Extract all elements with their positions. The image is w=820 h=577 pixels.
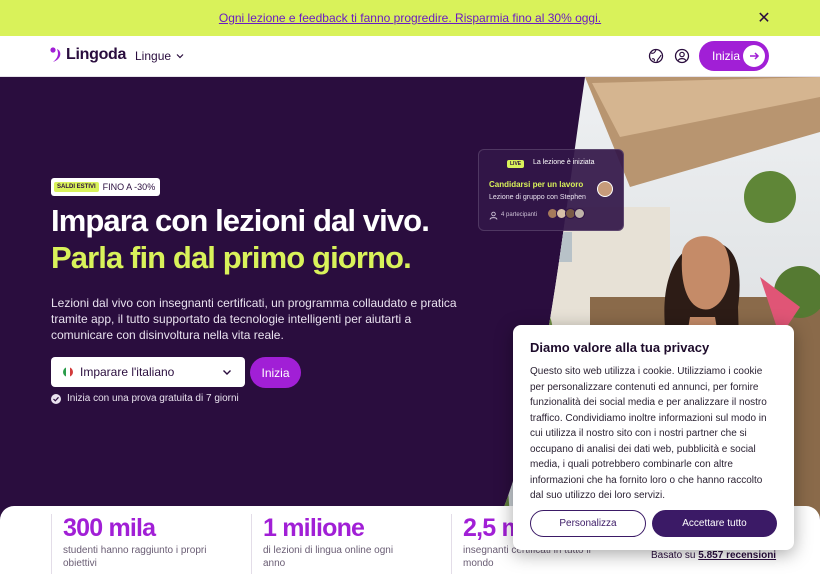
lesson-status: La lezione è iniziata	[533, 159, 595, 166]
header-start-button[interactable]: Inizia	[699, 41, 769, 71]
promo-link[interactable]: Ogni lezione e feedback ti fanno progred…	[219, 11, 601, 25]
participant-avatar	[574, 208, 585, 219]
participants-count: 4 partecipanti	[501, 212, 538, 218]
language-select-value: Imparare l'italiano	[80, 365, 175, 379]
participants-icon	[489, 211, 498, 220]
cookie-body: Questo sito web utilizza i cookie. Utili…	[530, 366, 767, 501]
stat-label: studenti hanno raggiunto i propri obiett…	[63, 545, 207, 569]
chevron-down-icon	[176, 54, 184, 59]
header-start-label: Inizia	[712, 49, 741, 63]
cookie-buttons: Personalizza Accettare tutto	[530, 510, 777, 537]
sale-tag: SALDI ESTIVI	[54, 182, 99, 192]
languages-menu[interactable]: Lingue	[135, 49, 185, 63]
promo-banner: Ogni lezione e feedback ti fanno progred…	[0, 0, 820, 36]
hero-start-button[interactable]: Inizia	[250, 357, 301, 388]
stat-number: 1 milione	[263, 514, 365, 542]
site-header: Lingoda Lingue Inizia	[0, 36, 820, 77]
hero-title: Impara con lezioni dal vivo.	[51, 203, 430, 238]
cookie-title: Diamo valore alla tua privacy	[530, 340, 710, 355]
reviews-note: Basato su 5.857 recensioni	[651, 550, 776, 561]
logo[interactable]: Lingoda	[50, 46, 126, 64]
stat-students: 300 mila studenti hanno raggiunto i prop…	[51, 514, 213, 574]
user-icon[interactable]	[674, 48, 690, 64]
trial-note: Inizia con una prova gratuita di 7 giorn…	[51, 393, 239, 404]
hero-description: Lezioni dal vivo con insegnanti certific…	[51, 296, 457, 342]
italy-flag-icon	[63, 367, 73, 377]
check-icon	[51, 393, 61, 404]
stat-lessons: 1 milione di lezioni di lingua online og…	[251, 514, 413, 574]
globe-icon[interactable]	[648, 48, 664, 64]
lingoda-logo-icon	[50, 47, 61, 62]
customize-button[interactable]: Personalizza	[530, 510, 646, 537]
arrow-right-icon	[743, 45, 765, 67]
language-select[interactable]: Imparare l'italiano	[51, 357, 245, 387]
sale-badge: SALDI ESTIVI FINO A -30%	[51, 178, 161, 196]
chevron-down-icon	[223, 370, 231, 375]
logo-text: Lingoda	[66, 46, 127, 63]
close-icon[interactable]: ✕	[756, 10, 772, 26]
languages-label: Lingue	[135, 49, 172, 63]
live-tag: LIVE	[507, 160, 525, 168]
accept-all-button[interactable]: Accettare tutto	[652, 510, 777, 537]
reviews-prefix: Basato su	[651, 550, 696, 561]
cookie-dialog: Diamo valore alla tua privacy Questo sit…	[513, 325, 794, 550]
stat-label: di lezioni di lingua online ogni anno	[263, 545, 394, 569]
lesson-title: Candidarsi per un lavoro	[489, 180, 584, 189]
hero-subtitle: Parla fin dal primo giorno.	[51, 240, 412, 275]
tutor-avatar	[597, 181, 613, 197]
stat-number: 300 mila	[63, 514, 156, 542]
sale-text: FINO A -30%	[102, 182, 156, 192]
lesson-subtitle: Lezione di gruppo con Stephen	[489, 194, 586, 201]
trial-text: Inizia con una prova gratuita di 7 giorn…	[67, 393, 239, 404]
reviews-link[interactable]: 5.857 recensioni	[698, 550, 776, 561]
live-lesson-card: LIVE La lezione è iniziata Candidarsi pe…	[478, 149, 624, 231]
